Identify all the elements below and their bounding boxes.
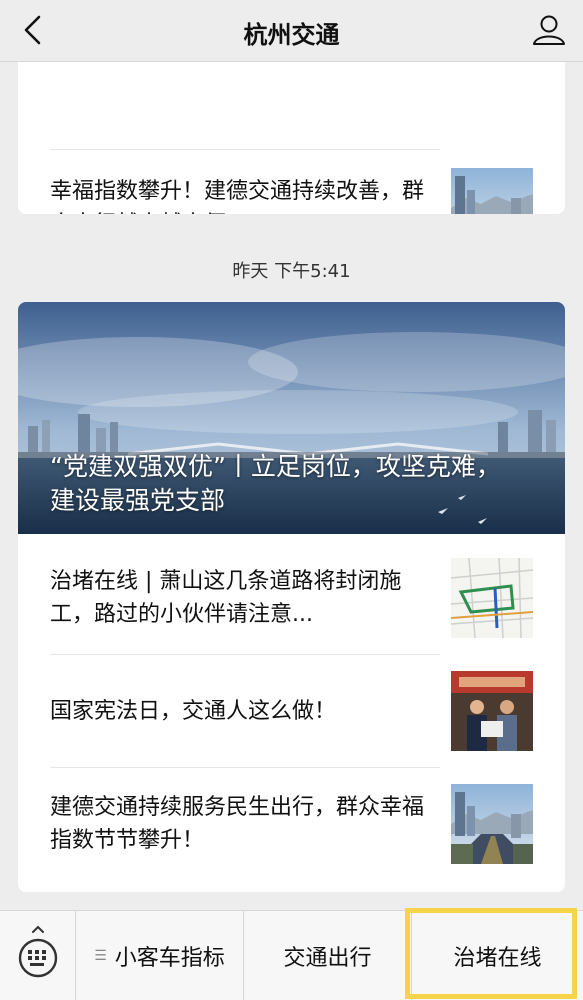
- tab-car-quota[interactable]: ☰ 小客车指标: [76, 911, 244, 1000]
- article-row[interactable]: 建德交通持续服务民生出行，群众幸福指数节节攀升！: [50, 768, 533, 880]
- article-thumbnail: [451, 784, 533, 864]
- article-thumbnail: [451, 558, 533, 638]
- article-row[interactable]: 幸福指数攀升！建德交通持续改善，群众出行越来越方便！: [50, 152, 533, 214]
- tab-label: 治堵在线: [453, 946, 542, 971]
- article-thumbnail: [451, 671, 533, 751]
- tab-traffic-travel[interactable]: 交通出行: [244, 911, 412, 1000]
- article-card: “党建双强双优”丨立足岗位，攻坚克难，建设最强党支部 治堵在线 | 萧山这几条道…: [18, 302, 565, 892]
- article-title: 幸福指数攀升！建德交通持续改善，群众出行越来越方便！: [50, 179, 425, 214]
- top-nav-bar: 杭州交通: [0, 0, 583, 62]
- article-title: 治堵在线 | 萧山这几条道路将封闭施工，路过的小伙伴请注意...: [50, 569, 402, 627]
- hero-title: “党建双强双优”丨立足岗位，攻坚克难，建设最强党支部: [50, 452, 501, 515]
- profile-button[interactable]: [529, 10, 569, 50]
- keyboard-icon: [18, 925, 58, 978]
- article-title: 建德交通持续服务民生出行，群众幸福指数节节攀升！: [50, 795, 425, 853]
- article-row[interactable]: 国家宪法日，交通人这么做！: [50, 655, 533, 767]
- bottom-menu-bar: ☰ 小客车指标 交通出行 治堵在线: [0, 908, 583, 1000]
- message-timestamp: 昨天 下午5:41: [232, 261, 351, 282]
- menu-lines-icon: ☰: [94, 948, 107, 964]
- tab-label: 交通出行: [283, 946, 372, 971]
- keyboard-toggle-button[interactable]: [0, 911, 76, 1000]
- article-title: 国家宪法日，交通人这么做！: [50, 698, 337, 724]
- user-icon: [533, 15, 565, 45]
- hero-article[interactable]: “党建双强双优”丨立足岗位，攻坚克难，建设最强党支部: [18, 302, 565, 534]
- article-card: 幸福指数攀升！建德交通持续改善，群众出行越来越方便！: [18, 62, 565, 214]
- article-thumbnail: [451, 168, 533, 214]
- message-feed: 幸福指数攀升！建德交通持续改善，群众出行越来越方便！ 昨天 下午5:41: [0, 62, 583, 910]
- tab-label: 小客车指标: [114, 946, 225, 971]
- page-title: 杭州交通: [243, 21, 340, 49]
- tab-congestion-online[interactable]: 治堵在线: [412, 911, 583, 1000]
- article-row[interactable]: 治堵在线 | 萧山这几条道路将封闭施工，路过的小伙伴请注意...: [50, 542, 533, 654]
- divider: [50, 149, 440, 150]
